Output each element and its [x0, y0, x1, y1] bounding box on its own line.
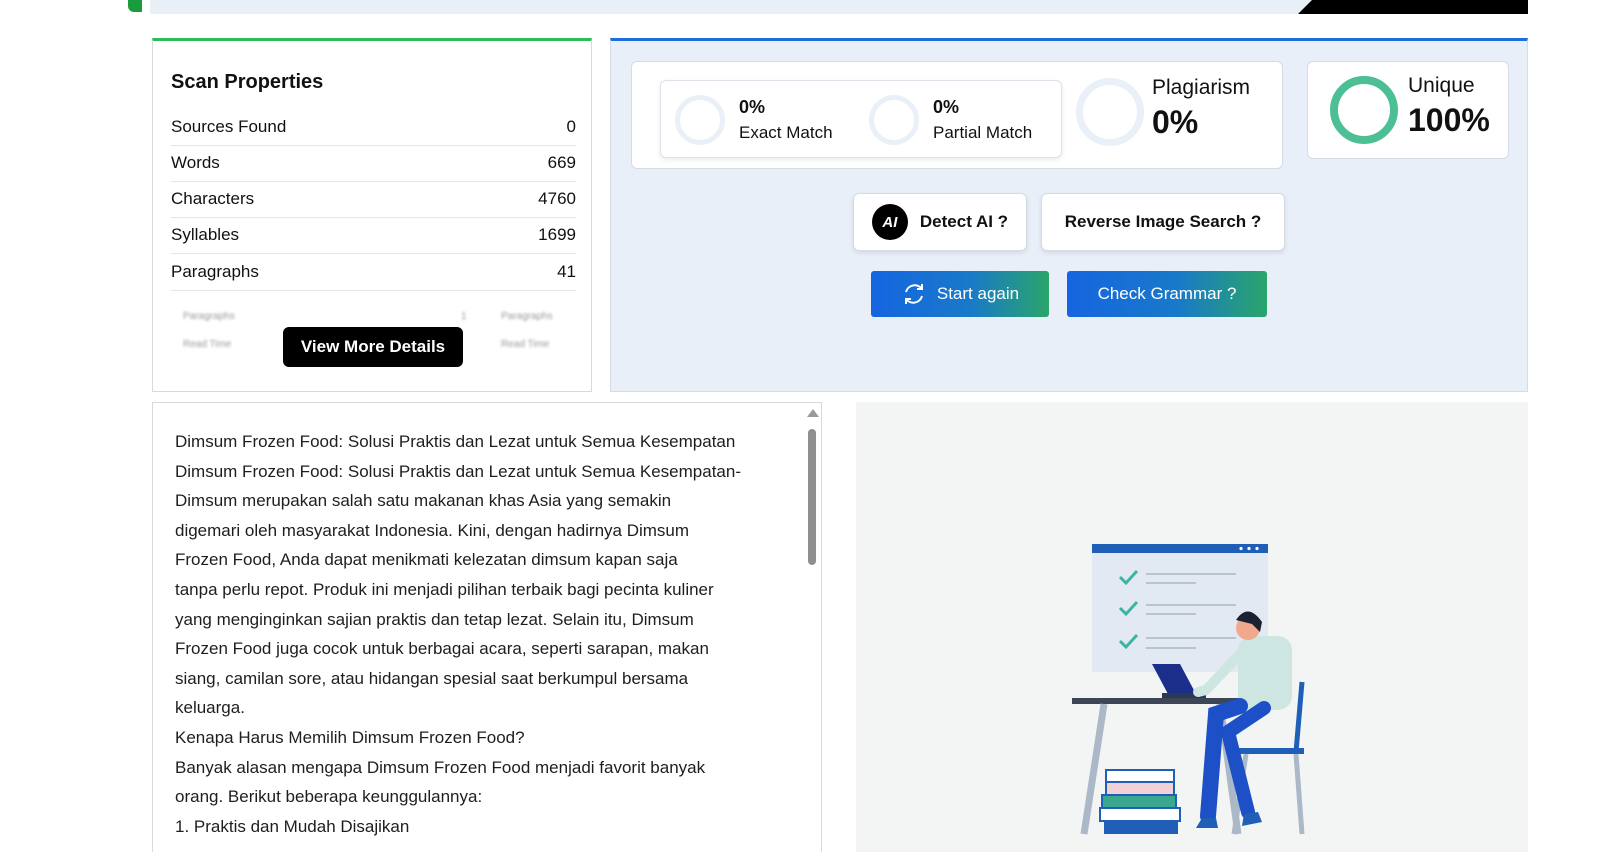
partial-match-ring	[869, 95, 919, 145]
unique-card: Unique 100%	[1307, 61, 1509, 159]
match-breakdown: 0% Exact Match 0% Partial Match	[660, 80, 1062, 158]
view-more-details-button[interactable]: View More Details	[283, 327, 463, 367]
editor-line: Dimsum merupakan salah satu makanan khas…	[175, 491, 672, 511]
scroll-up-arrow-icon[interactable]	[807, 409, 819, 417]
editor-line: Dimsum Frozen Food: Solusi Praktis dan L…	[175, 432, 736, 451]
editor-line: digemari oleh masyarakat Indonesia. Kini…	[175, 520, 690, 540]
top-accent-black	[1298, 0, 1528, 14]
plagiarism-value: 0%	[1152, 104, 1199, 140]
editor-line: Dimsum Frozen Food: Solusi Praktis dan L…	[175, 461, 741, 481]
ai-logo-icon: AI	[871, 204, 908, 240]
person-at-laptop-illustration	[1072, 544, 1305, 835]
detect-ai-label: Detect AI ?	[919, 212, 1009, 231]
editor-line: 1. Praktis dan Mudah Disajikan	[175, 816, 410, 836]
start-again-label: Start again	[936, 284, 1020, 303]
results-panel: 0% Exact Match 0% Partial Match Plagiari…	[610, 38, 1528, 392]
prop-value: 41	[557, 262, 576, 281]
prop-value: 1699	[538, 225, 576, 244]
illustration-panel	[856, 402, 1528, 852]
blurred-label: Paragraphs	[501, 311, 553, 322]
unique-label: Unique	[1408, 74, 1475, 97]
prop-label: Sources Found	[171, 117, 287, 136]
prop-label: Paragraphs	[171, 262, 259, 281]
scan-properties-card: Scan Properties Sources Found 0 Words 66…	[152, 38, 592, 392]
top-accent-green	[128, 0, 142, 12]
detect-ai-button[interactable]: AI Detect AI ?	[853, 193, 1027, 251]
blurred-label: Read Time	[183, 339, 232, 350]
prop-value: 669	[547, 153, 576, 172]
prop-row-characters: Characters 4760	[171, 181, 576, 218]
partial-match-label: Partial Match	[933, 123, 1033, 142]
prop-row-words: Words 669	[171, 145, 576, 182]
editor-line: Banyak alasan mengapa Dimsum Frozen Food…	[175, 757, 706, 777]
prop-label: Words	[171, 153, 220, 172]
editor-line: Kenapa Harus Memilih Dimsum Frozen Food?	[175, 727, 525, 747]
check-grammar-button[interactable]: Check Grammar ?	[1067, 271, 1267, 317]
text-editor[interactable]: Dimsum Frozen Food: Solusi Praktis dan L…	[152, 402, 822, 852]
refresh-icon	[901, 281, 927, 307]
unique-ring	[1330, 76, 1398, 144]
scrollbar-thumb[interactable]	[808, 429, 816, 565]
exact-match-label: Exact Match	[739, 123, 833, 142]
blurred-label: Read Time	[501, 339, 550, 350]
scan-properties-title: Scan Properties	[171, 71, 324, 93]
prop-label: Syllables	[171, 225, 240, 244]
editor-line: orang. Berikut beberapa keunggulannya:	[175, 787, 483, 807]
editor-line: keluarga.	[175, 698, 245, 718]
prop-label: Characters	[171, 189, 255, 208]
reverse-image-search-button[interactable]: Reverse Image Search ?	[1041, 193, 1285, 251]
prop-row-paragraphs: Paragraphs 41	[171, 254, 576, 291]
plagiarism-label: Plagiarism	[1152, 76, 1251, 99]
exact-match-value: 0%	[739, 97, 766, 117]
start-again-button[interactable]: Start again	[871, 271, 1049, 317]
editor-line: siang, camilan sore, atau hidangan spesi…	[175, 668, 689, 688]
editor-line: tanpa perlu repot. Produk ini menjadi pi…	[175, 579, 714, 599]
prop-row-sources: Sources Found 0	[171, 109, 576, 146]
editor-line: yang menginginkan sajian praktis dan tet…	[175, 609, 694, 629]
match-summary-card: 0% Exact Match 0% Partial Match Plagiari…	[631, 61, 1283, 169]
editor-line: Frozen Food, Anda dapat menikmati keleza…	[175, 550, 678, 570]
reverse-image-search-label: Reverse Image Search ?	[1064, 212, 1262, 231]
unique-value: 100%	[1408, 102, 1490, 138]
editor-line: Frozen Food juga cocok untuk berbagai ac…	[175, 639, 709, 659]
editor-content[interactable]: Dimsum Frozen Food: Solusi Praktis dan L…	[175, 427, 785, 841]
exact-match-ring	[675, 95, 725, 145]
prop-row-syllables: Syllables 1699	[171, 217, 576, 254]
blurred-label: Paragraphs	[183, 311, 235, 322]
plagiarism-ring	[1076, 78, 1144, 146]
prop-value: 4760	[538, 189, 576, 208]
partial-match-value: 0%	[933, 97, 960, 117]
prop-value: 0	[566, 117, 576, 136]
scrollbar[interactable]	[805, 407, 819, 847]
blurred-value: 1	[461, 311, 467, 322]
